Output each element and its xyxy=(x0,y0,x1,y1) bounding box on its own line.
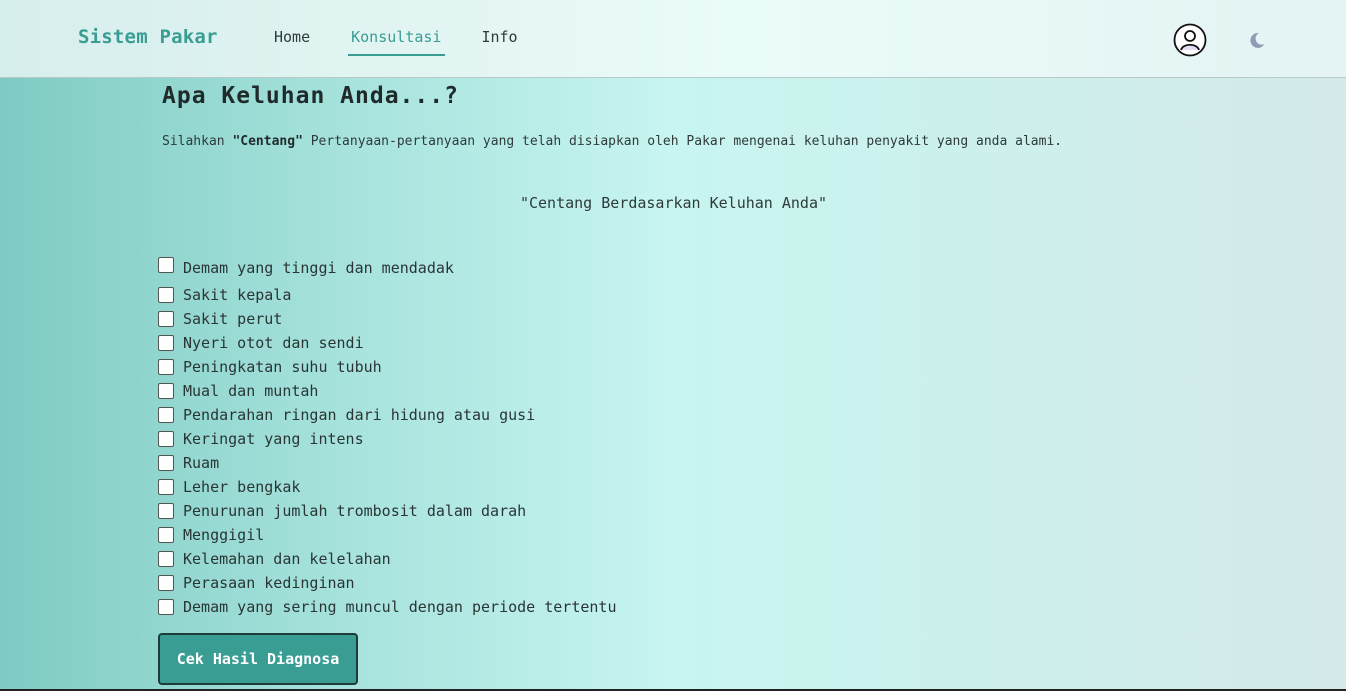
symptom-item: Sakit kepala xyxy=(158,283,616,307)
symptom-label[interactable]: Demam yang sering muncul dengan periode … xyxy=(183,598,616,616)
nav-link-home[interactable]: Home xyxy=(274,28,310,56)
symptom-checkbox[interactable] xyxy=(158,359,174,375)
symptom-label[interactable]: Perasaan kedinginan xyxy=(183,574,355,592)
symptom-checkbox[interactable] xyxy=(158,551,174,567)
intro-prefix: Silahkan xyxy=(162,134,233,149)
symptom-item: Ruam xyxy=(158,451,616,475)
user-circle-icon[interactable] xyxy=(1173,23,1207,57)
symptom-label[interactable]: Leher bengkak xyxy=(183,478,300,496)
navbar: Sistem Pakar Home Konsultasi Info xyxy=(0,0,1346,78)
symptom-checkbox[interactable] xyxy=(158,527,174,543)
symptom-label[interactable]: Mual dan muntah xyxy=(183,382,318,400)
symptom-item: Mual dan muntah xyxy=(158,379,616,403)
nav-link-info[interactable]: Info xyxy=(481,28,517,56)
symptom-label[interactable]: Penurunan jumlah trombosit dalam darah xyxy=(183,502,526,520)
brand-logo-text[interactable]: Sistem Pakar xyxy=(78,26,218,48)
symptom-list: Demam yang tinggi dan mendadak Sakit kep… xyxy=(158,257,616,619)
section-subheading: "Centang Berdasarkan Keluhan Anda" xyxy=(519,194,828,212)
symptom-item: Demam yang sering muncul dengan periode … xyxy=(158,595,616,619)
symptom-label[interactable]: Sakit kepala xyxy=(183,286,291,304)
symptom-item: Kelemahan dan kelelahan xyxy=(158,547,616,571)
symptom-checkbox[interactable] xyxy=(158,335,174,351)
nav-links: Home Konsultasi Info xyxy=(274,28,554,56)
symptom-checkbox[interactable] xyxy=(158,503,174,519)
symptom-label[interactable]: Keringat yang intens xyxy=(183,430,364,448)
symptom-item: Sakit perut xyxy=(158,307,616,331)
symptom-item: Pendarahan ringan dari hidung atau gusi xyxy=(158,403,616,427)
symptom-label[interactable]: Ruam xyxy=(183,454,219,472)
symptom-checkbox[interactable] xyxy=(158,479,174,495)
symptom-label[interactable]: Sakit perut xyxy=(183,310,282,328)
symptom-checkbox[interactable] xyxy=(158,431,174,447)
symptom-label[interactable]: Menggigil xyxy=(183,526,264,544)
symptom-label[interactable]: Kelemahan dan kelelahan xyxy=(183,550,391,568)
symptom-checkbox[interactable] xyxy=(158,383,174,399)
intro-bold: "Centang" xyxy=(232,134,303,149)
symptom-label[interactable]: Nyeri otot dan sendi xyxy=(183,334,364,352)
page-title: Apa Keluhan Anda...? xyxy=(162,83,459,109)
symptom-checkbox[interactable] xyxy=(158,287,174,303)
intro-text: Silahkan "Centang" Pertanyaan-pertanyaan… xyxy=(162,134,1162,149)
symptom-label[interactable]: Pendarahan ringan dari hidung atau gusi xyxy=(183,406,535,424)
symptom-item: Leher bengkak xyxy=(158,475,616,499)
symptom-checkbox[interactable] xyxy=(158,311,174,327)
intro-suffix: Pertanyaan-pertanyaan yang telah disiapk… xyxy=(302,134,1063,149)
symptom-checkbox[interactable] xyxy=(158,257,174,273)
symptom-item: Demam yang tinggi dan mendadak xyxy=(158,257,616,283)
check-diagnosis-button[interactable]: Cek Hasil Diagnosa xyxy=(158,633,358,685)
symptom-item: Penurunan jumlah trombosit dalam darah xyxy=(158,499,616,523)
symptom-item: Keringat yang intens xyxy=(158,427,616,451)
nav-link-konsultasi[interactable]: Konsultasi xyxy=(348,28,446,56)
symptom-checkbox[interactable] xyxy=(158,599,174,615)
symptom-label[interactable]: Peningkatan suhu tubuh xyxy=(183,358,382,376)
symptom-item: Perasaan kedinginan xyxy=(158,571,616,595)
symptom-checkbox[interactable] xyxy=(158,575,174,591)
symptom-item: Nyeri otot dan sendi xyxy=(158,331,616,355)
moon-icon[interactable] xyxy=(1248,31,1266,49)
symptom-checkbox[interactable] xyxy=(158,407,174,423)
symptom-checkbox[interactable] xyxy=(158,455,174,471)
symptom-item: Menggigil xyxy=(158,523,616,547)
symptom-label[interactable]: Demam yang tinggi dan mendadak xyxy=(183,259,454,277)
symptom-item: Peningkatan suhu tubuh xyxy=(158,355,616,379)
